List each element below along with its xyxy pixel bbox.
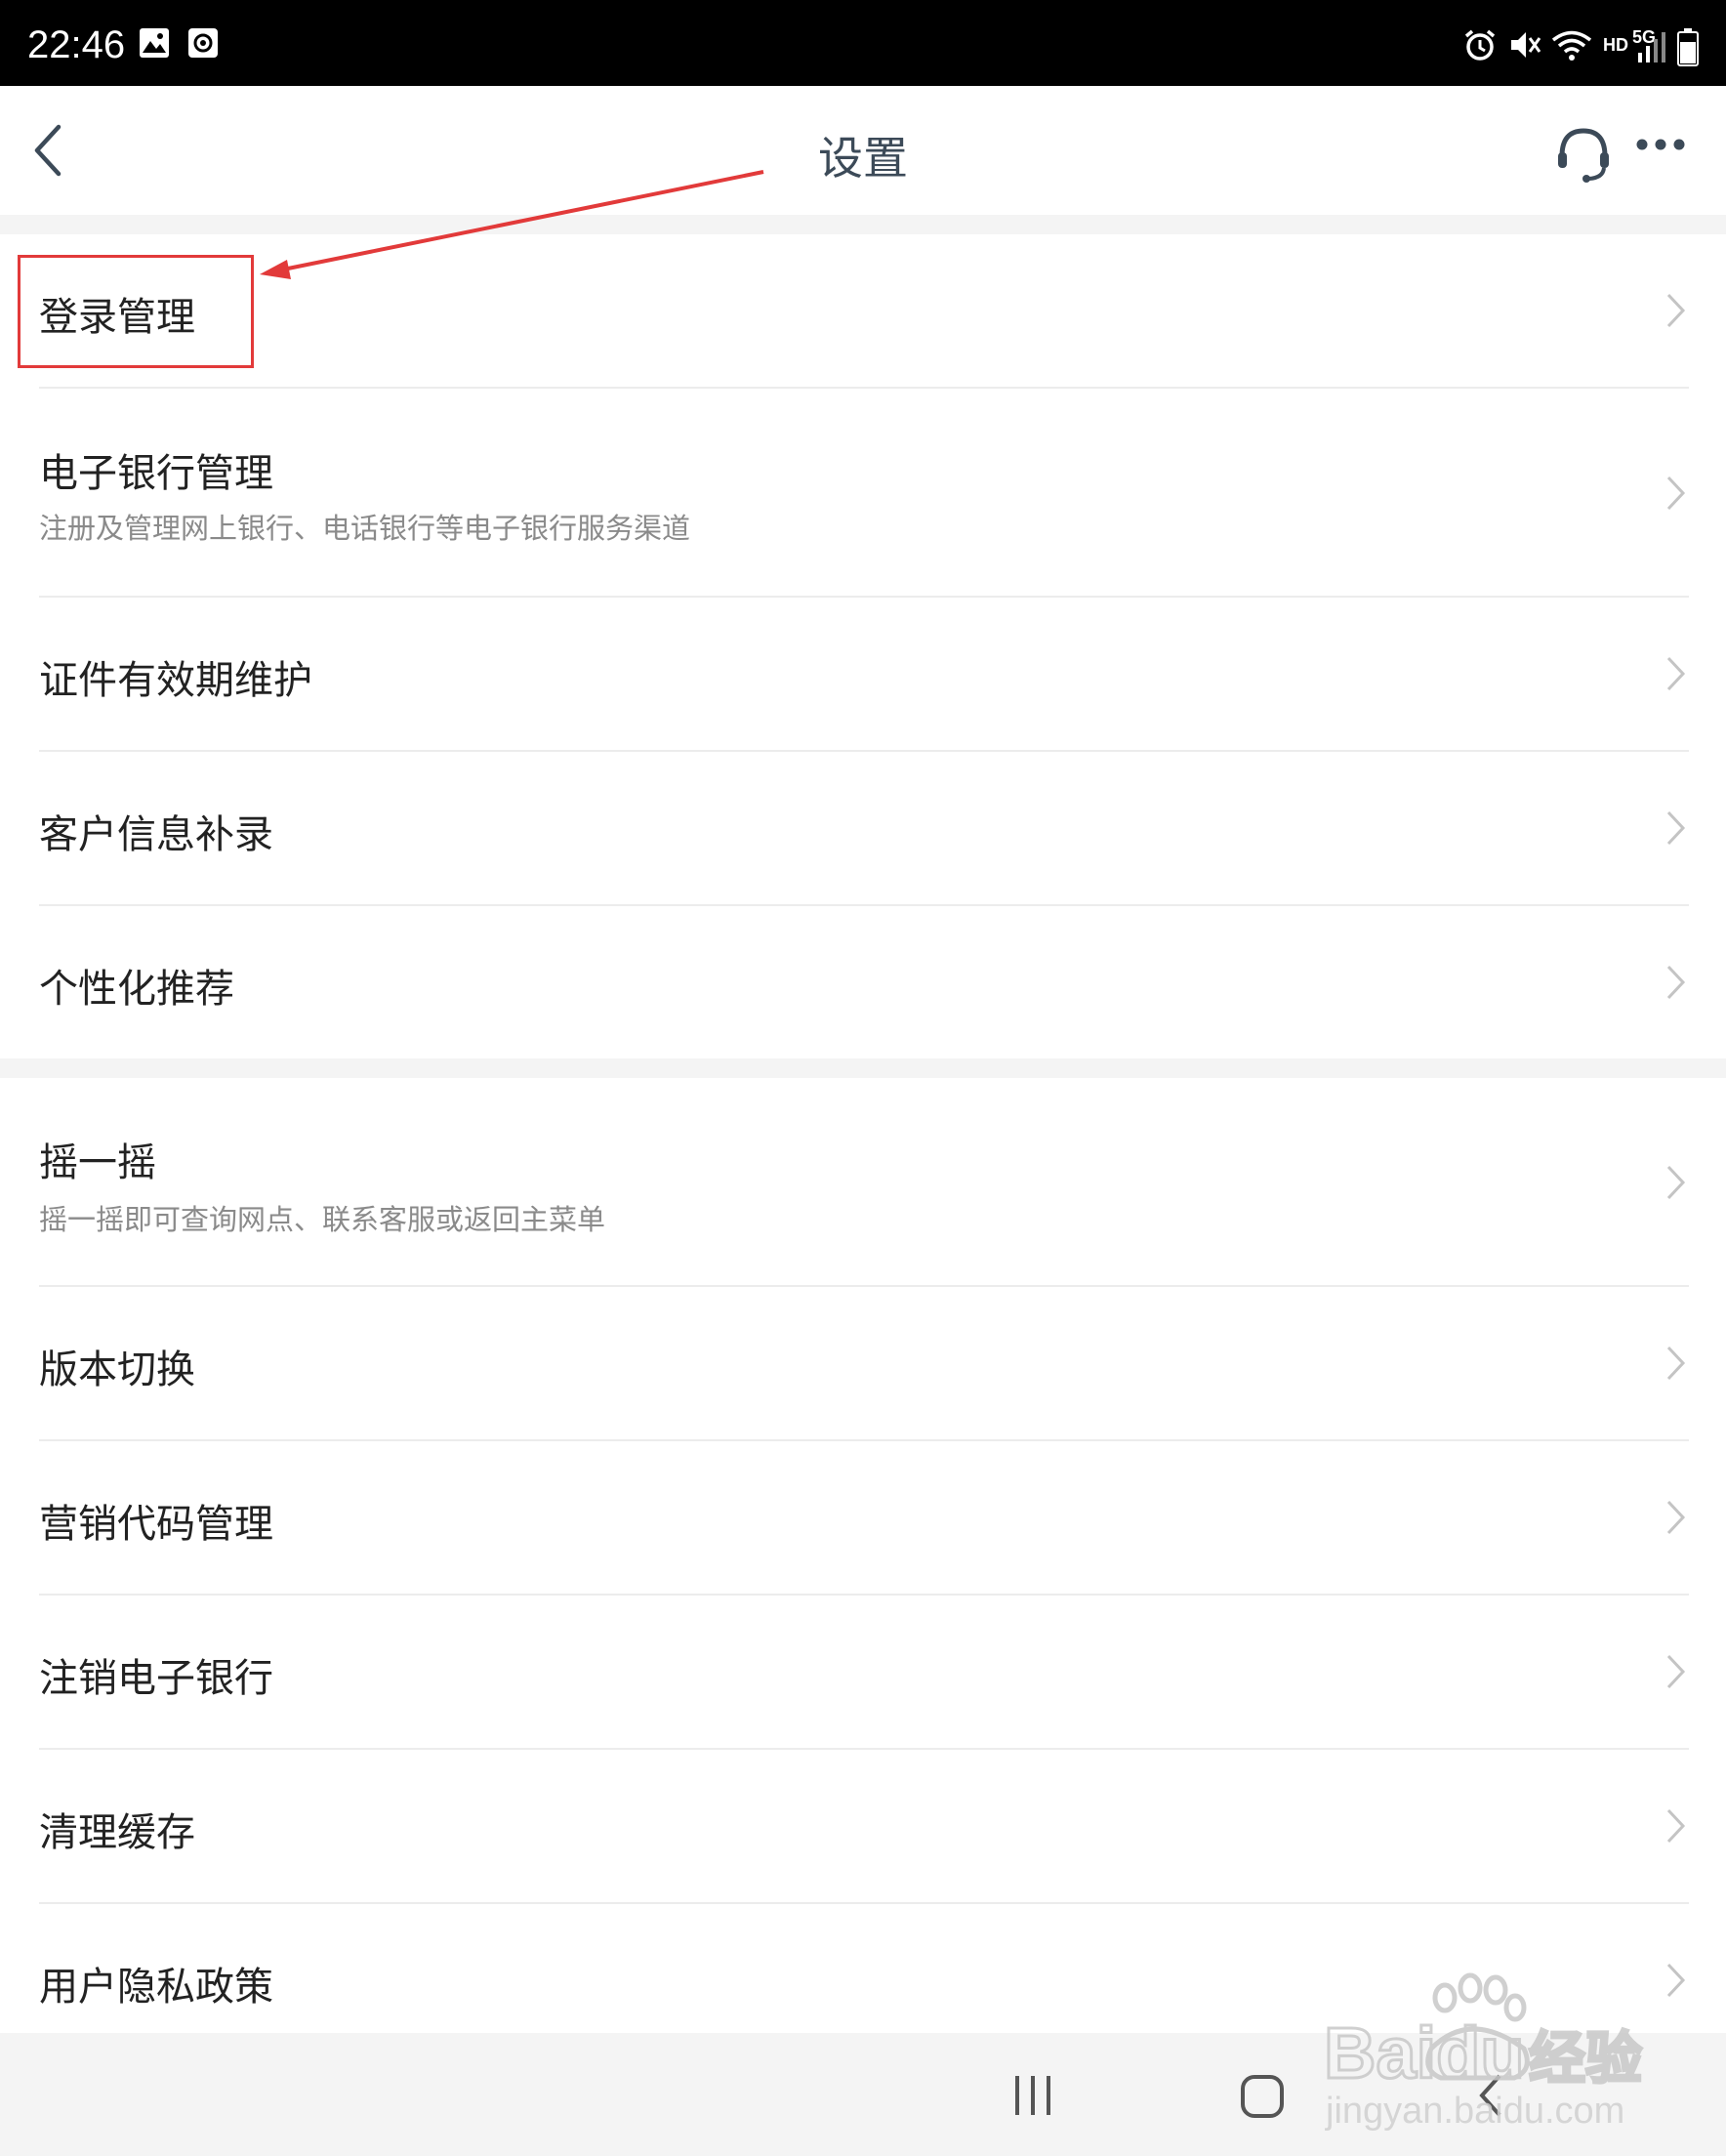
chevron-right-icon (1666, 1500, 1686, 1535)
chevron-right-icon (1666, 1346, 1686, 1381)
settings-item-label: 注销电子银行 (39, 1656, 273, 1701)
settings-item-label: 版本切换 (39, 1348, 195, 1392)
settings-item-cancel-ebank[interactable]: 注销电子银行 (0, 1596, 1726, 1750)
settings-item-label: 证件有效期维护 (39, 658, 312, 703)
settings-group-general: 摇一摇 摇一摇即可查询网点、联系客服或返回主菜单 版本切换 营销代码管理 注销电… (0, 1078, 1726, 2033)
settings-item-label: 营销代码管理 (39, 1502, 273, 1547)
watermark-brand-cn: 经验 (1529, 2025, 1642, 2092)
settings-item-customer-info[interactable]: 客户信息补录 (0, 752, 1726, 906)
home-button[interactable] (1240, 2074, 1285, 2119)
chevron-right-icon (1666, 965, 1686, 1000)
settings-item-id-validity[interactable]: 证件有效期维护 (0, 598, 1726, 752)
settings-item-marketing-code[interactable]: 营销代码管理 (0, 1441, 1726, 1596)
settings-item-label: 摇一摇 (39, 1140, 156, 1185)
watermark-brand: Baidu (1324, 2012, 1525, 2094)
settings-item-label: 电子银行管理 (39, 451, 273, 496)
annotation-arrow (260, 170, 764, 279)
chevron-right-icon (1666, 1165, 1686, 1200)
settings-item-subtitle: 摇一摇即可查询网点、联系客服或返回主菜单 (39, 1203, 606, 1236)
chevron-right-icon (1666, 476, 1686, 511)
settings-item-ebank-management[interactable]: 电子银行管理 注册及管理网上银行、电话银行等电子银行服务渠道 (0, 389, 1726, 598)
settings-item-clear-cache[interactable]: 清理缓存 (0, 1750, 1726, 1904)
baidu-jingyan-watermark: Baidu 经验 jingyan.baidu.com (1324, 1972, 1644, 2132)
chevron-right-icon (1666, 656, 1686, 691)
settings-item-subtitle: 注册及管理网上银行、电话银行等电子银行服务渠道 (39, 512, 691, 545)
chevron-right-icon (1666, 1808, 1686, 1844)
recent-apps-button[interactable] (1011, 2076, 1054, 2115)
settings-item-label: 清理缓存 (39, 1810, 195, 1855)
settings-item-shake[interactable]: 摇一摇 摇一摇即可查询网点、联系客服或返回主菜单 (0, 1078, 1726, 1287)
settings-item-version-switch[interactable]: 版本切换 (0, 1287, 1726, 1441)
settings-item-personalized-recommendation[interactable]: 个性化推荐 (0, 906, 1726, 1058)
settings-item-label: 个性化推荐 (39, 967, 234, 1012)
chevron-right-icon (1666, 810, 1686, 846)
settings-item-label: 用户隐私政策 (39, 1965, 273, 2010)
chevron-right-icon (1666, 1654, 1686, 1689)
watermark-url: jingyan.baidu.com (1325, 2091, 1624, 2132)
settings-item-label: 客户信息补录 (39, 812, 273, 857)
